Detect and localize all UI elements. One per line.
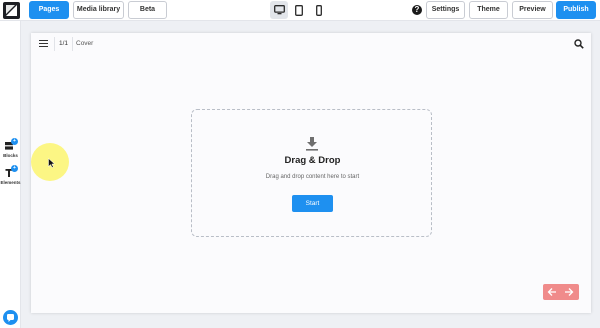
blocks-add-badge: +	[11, 138, 18, 145]
pages-button[interactable]: Pages	[29, 1, 69, 19]
dropzone-subtitle: Drag and drop content here to start	[265, 174, 360, 180]
desktop-view-button[interactable]	[270, 1, 288, 19]
settings-button[interactable]: Settings	[426, 1, 465, 19]
app-logo[interactable]	[3, 2, 20, 19]
chat-button[interactable]	[3, 310, 18, 325]
sidebar-item-blocks[interactable]: + Blocks	[0, 138, 21, 160]
drop-zone[interactable]: Drag & Drop Drag and drop content here t…	[191, 109, 432, 237]
help-icon[interactable]: ?	[412, 5, 422, 15]
divider	[54, 37, 55, 51]
beta-button[interactable]: Beta	[128, 1, 167, 19]
page-name[interactable]: Cover	[76, 40, 93, 47]
sidebar-item-elements[interactable]: + Elements	[0, 165, 21, 187]
preview-button[interactable]: Preview	[512, 1, 553, 19]
page-header: 1/1 Cover	[31, 33, 591, 55]
mouse-pointer-icon	[48, 158, 56, 168]
media-library-button[interactable]: Media library	[73, 1, 124, 19]
dropzone-title: Drag & Drop	[284, 155, 341, 166]
sidebar-item-label: Blocks	[3, 153, 18, 158]
top-toolbar: Pages Media library Beta ? Settings Them…	[0, 0, 600, 21]
page-canvas[interactable]: 1/1 Cover Drag & Drop Drag and drop cont…	[31, 33, 591, 313]
page-navigation	[543, 284, 579, 300]
mobile-icon	[316, 4, 322, 16]
theme-button[interactable]: Theme	[469, 1, 508, 19]
chat-icon	[7, 314, 14, 322]
divider	[72, 37, 73, 51]
download-icon	[306, 137, 318, 151]
page-counter: 1/1	[59, 40, 69, 47]
tablet-view-button[interactable]	[290, 1, 308, 19]
desktop-icon	[273, 5, 285, 15]
elements-add-badge: +	[11, 165, 18, 172]
sidebar-item-label: Elements	[0, 180, 21, 185]
arrow-left-icon[interactable]	[547, 287, 557, 297]
menu-icon[interactable]	[39, 40, 48, 48]
publish-button[interactable]: Publish	[556, 1, 596, 19]
search-icon[interactable]	[574, 39, 584, 49]
start-button[interactable]: Start	[292, 195, 333, 212]
mobile-view-button[interactable]	[310, 1, 328, 19]
left-sidebar: + Blocks + Elements	[0, 21, 21, 328]
tablet-icon	[295, 4, 303, 16]
arrow-right-icon[interactable]	[564, 287, 574, 297]
